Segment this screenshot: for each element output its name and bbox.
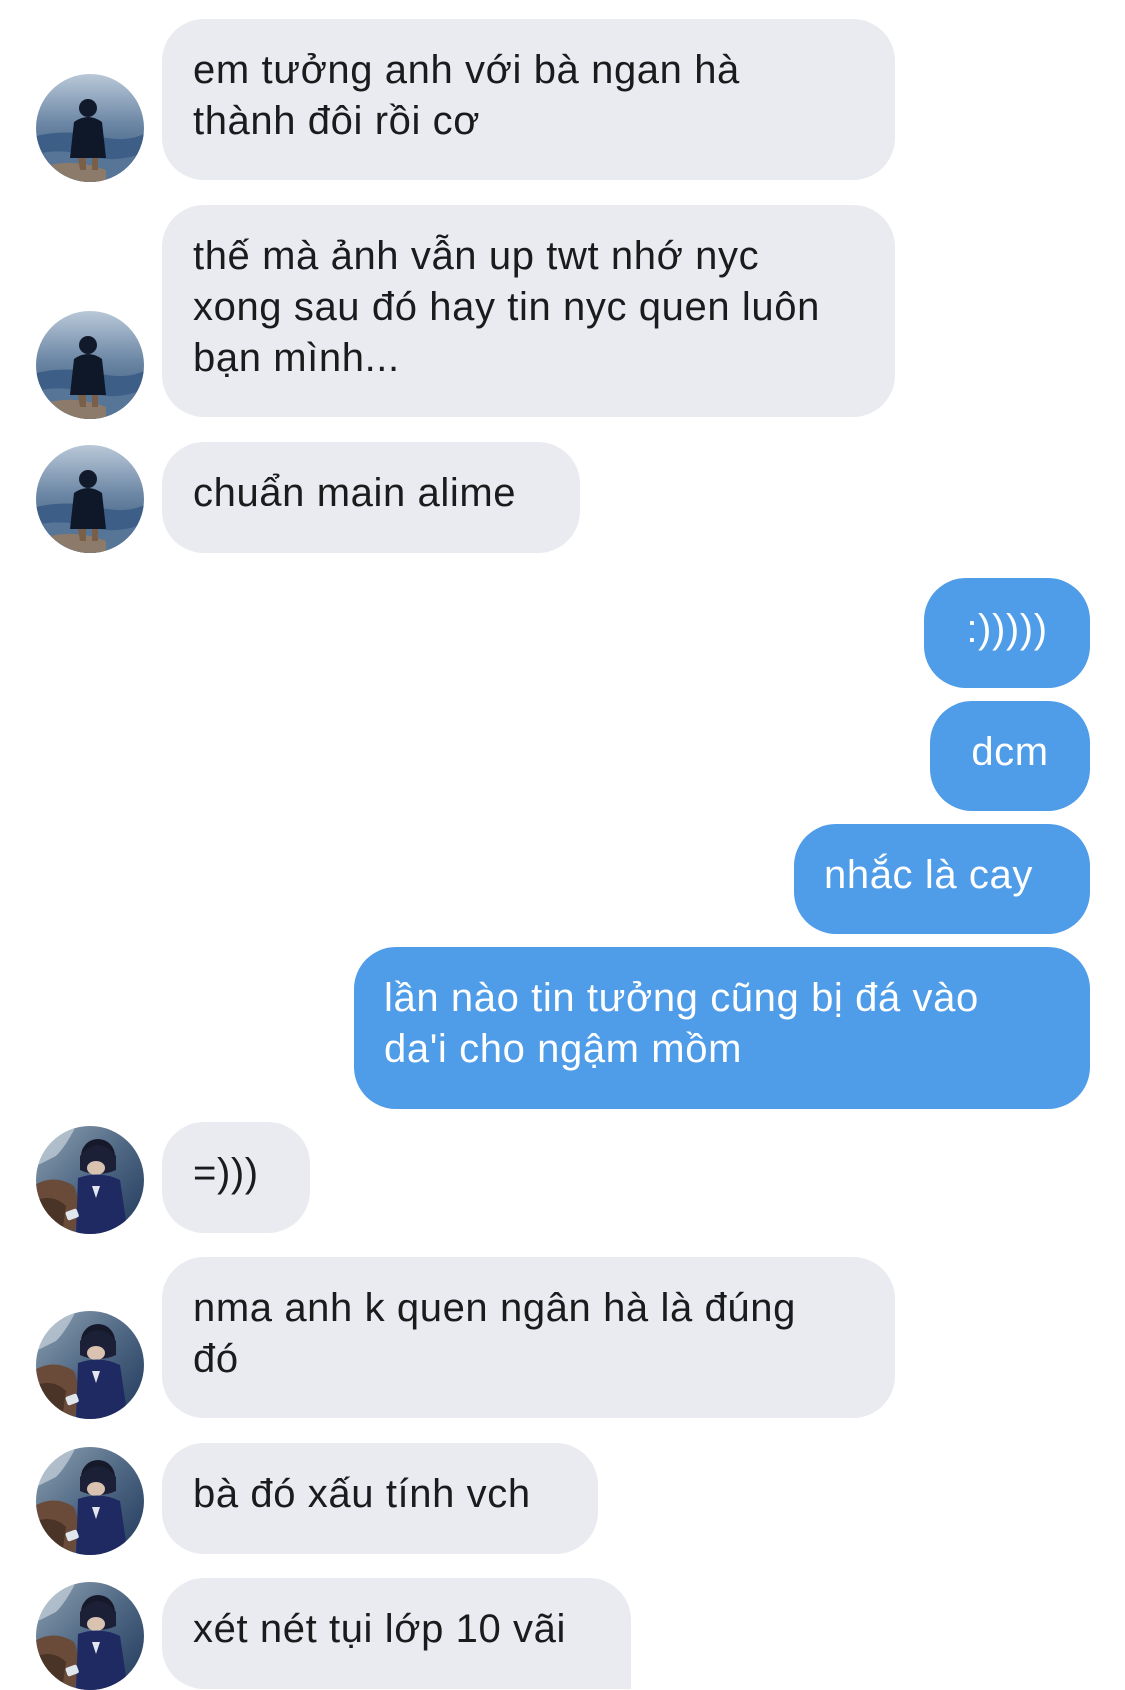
person-at-sea-photo-icon (36, 74, 144, 182)
received-message-bubble[interactable]: =))) (162, 1122, 310, 1233)
received-message-bubble[interactable]: thế mà ảnh vẫn up twt nhớ nyc xong sau đ… (162, 205, 895, 417)
contact-avatar[interactable] (36, 311, 144, 419)
contact-avatar[interactable] (36, 1582, 144, 1690)
contact-avatar[interactable] (36, 1447, 144, 1555)
contact-avatar[interactable] (36, 445, 144, 553)
received-message-bubble[interactable]: xét nét tụi lớp 10 vãi (162, 1578, 631, 1689)
received-message-bubble[interactable]: em tưởng anh với bà ngan hà thành đôi rồ… (162, 19, 895, 180)
received-message-bubble[interactable]: nma anh k quen ngân hà là đúng đó (162, 1257, 895, 1418)
contact-avatar[interactable] (36, 1311, 144, 1419)
contact-avatar[interactable] (36, 74, 144, 182)
person-on-rocks-photo-icon (36, 1582, 144, 1690)
received-message-bubble[interactable]: bà đó xấu tính vch (162, 1443, 598, 1554)
chat-screen: { "conversation": { "messages": [ {"send… (0, 0, 1125, 1690)
contact-avatar[interactable] (36, 1126, 144, 1234)
sent-message-bubble[interactable]: lần nào tin tưởng cũng bị đá vào da'i ch… (354, 947, 1090, 1109)
person-at-sea-photo-icon (36, 311, 144, 419)
received-message-bubble[interactable]: chuẩn main alime (162, 442, 580, 553)
person-at-sea-photo-icon (36, 445, 144, 553)
sent-message-bubble[interactable]: nhắc là cay (794, 824, 1090, 934)
sent-message-bubble[interactable]: :))))) (924, 578, 1090, 688)
sent-message-bubble[interactable]: dcm (930, 701, 1090, 811)
person-on-rocks-photo-icon (36, 1311, 144, 1419)
person-on-rocks-photo-icon (36, 1447, 144, 1555)
person-on-rocks-photo-icon (36, 1126, 144, 1234)
